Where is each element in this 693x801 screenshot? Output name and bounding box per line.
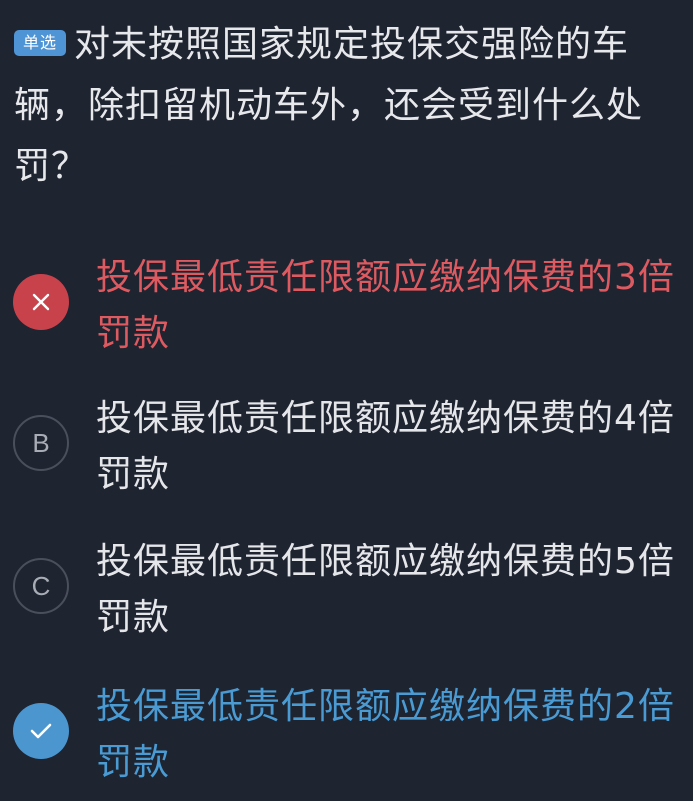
option-c[interactable]: C 投保最低责任限额应缴纳保费的5倍罚款: [0, 530, 693, 642]
option-c-marker: C: [13, 558, 69, 614]
option-b-text: 投保最低责任限额应缴纳保费的4倍罚款: [96, 398, 675, 495]
option-b[interactable]: B 投保最低责任限额应缴纳保费的4倍罚款: [0, 387, 693, 499]
option-c-text: 投保最低责任限额应缴纳保费的5倍罚款: [96, 541, 675, 638]
correct-marker: [13, 703, 69, 759]
question-text: 对未按照国家规定投保交强险的车辆，除扣留机动车外，还会受到什么处罚？: [14, 24, 644, 187]
wrong-marker: [13, 274, 69, 330]
option-a-text: 投保最低责任限额应缴纳保费的3倍罚款: [96, 257, 675, 354]
question-type-badge: 单选: [14, 30, 67, 56]
option-b-marker: B: [13, 415, 69, 471]
option-a[interactable]: 投保最低责任限额应缴纳保费的3倍罚款: [0, 246, 693, 358]
close-icon: [32, 293, 50, 311]
check-icon: [30, 723, 52, 739]
question-block: 单选 对未按照国家规定投保交强险的车辆，除扣留机动车外，还会受到什么处罚？: [14, 14, 674, 197]
option-d-text: 投保最低责任限额应缴纳保费的2倍罚款: [96, 686, 675, 783]
option-d[interactable]: 投保最低责任限额应缴纳保费的2倍罚款: [0, 675, 693, 787]
